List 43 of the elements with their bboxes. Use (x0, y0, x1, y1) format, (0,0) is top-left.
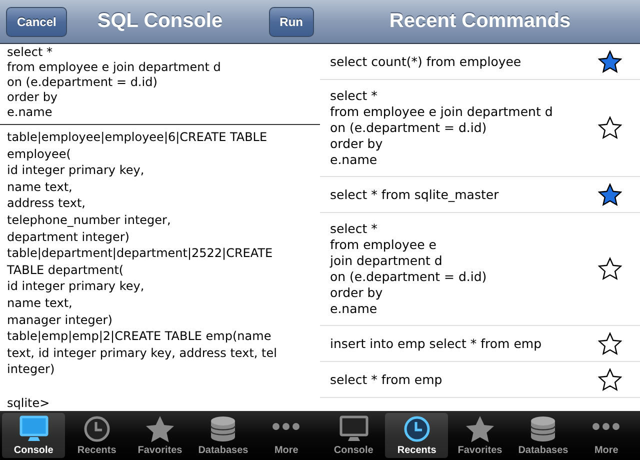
run-button[interactable]: Run (268, 7, 314, 37)
clock-icon (402, 415, 431, 443)
window-title: Recent Commands (389, 10, 571, 33)
tab[interactable]: More (574, 413, 638, 458)
command-row[interactable]: select * from sqlite_master (320, 177, 640, 213)
clock-icon (82, 415, 111, 443)
favorite-star-icon[interactable] (598, 50, 622, 74)
command-row[interactable]: select * from emp (320, 362, 640, 398)
command-text: select * from emp (330, 372, 442, 388)
monitor-icon (18, 415, 49, 443)
favorite-star-icon[interactable] (598, 332, 622, 356)
command-row[interactable]: select * from employee e join department d on (e.department = d.id) order by e.name (320, 213, 640, 326)
command-text: select * from employee e join department d on (e.department = d.id) order by e.name (330, 88, 553, 168)
favorite-star-icon[interactable] (598, 116, 622, 140)
tab[interactable]: Console (322, 413, 386, 458)
database-icon (209, 415, 238, 443)
cancel-button[interactable]: Cancel (6, 7, 68, 37)
command-row[interactable]: insert into emp select * from emp (320, 326, 640, 362)
window-title: SQL Console (97, 10, 223, 33)
tab[interactable]: Databases (192, 413, 255, 458)
database-icon (529, 415, 558, 443)
tab[interactable]: Recents (385, 413, 448, 458)
monitor-icon (338, 415, 369, 443)
tab[interactable]: Favorites (448, 413, 512, 458)
tab[interactable]: More (254, 413, 318, 458)
star-icon (145, 415, 175, 443)
command-row[interactable]: select count(*) from employee (320, 44, 640, 80)
command-text: select * from employee e join department d on (e.department = d.id) order by e.name (330, 221, 487, 317)
console-output: table|employee|employee|6|CREATE TABLE employee( id integer primary key, name text, address text, telephone_number integer, department integer) table|department|department|2522|CREATE TABLE department( id integer primary key, name text, manager integer) table|emp|emp|2|CREATE TABLE emp(name text, id integer primary key, address text, tel integer) sqlite> (6, 129, 278, 411)
more-icon (592, 423, 620, 430)
command-text: select * from sqlite_master (330, 186, 499, 202)
command-text: insert into emp select * from emp (330, 336, 542, 352)
favorite-star-icon[interactable] (598, 368, 622, 392)
star-icon (465, 415, 495, 443)
favorite-star-icon[interactable] (598, 182, 622, 206)
favorite-star-icon[interactable] (598, 257, 622, 281)
tab[interactable]: Databases (512, 413, 575, 458)
tab[interactable]: Favorites (128, 413, 192, 458)
tab[interactable]: Console (2, 413, 66, 458)
tab[interactable]: Recents (65, 413, 128, 458)
command-text: select count(*) from employee (330, 54, 522, 70)
command-row[interactable]: select * from employee e join department d on (e.department = d.id) order by e.name (320, 80, 640, 177)
more-icon (272, 423, 300, 430)
